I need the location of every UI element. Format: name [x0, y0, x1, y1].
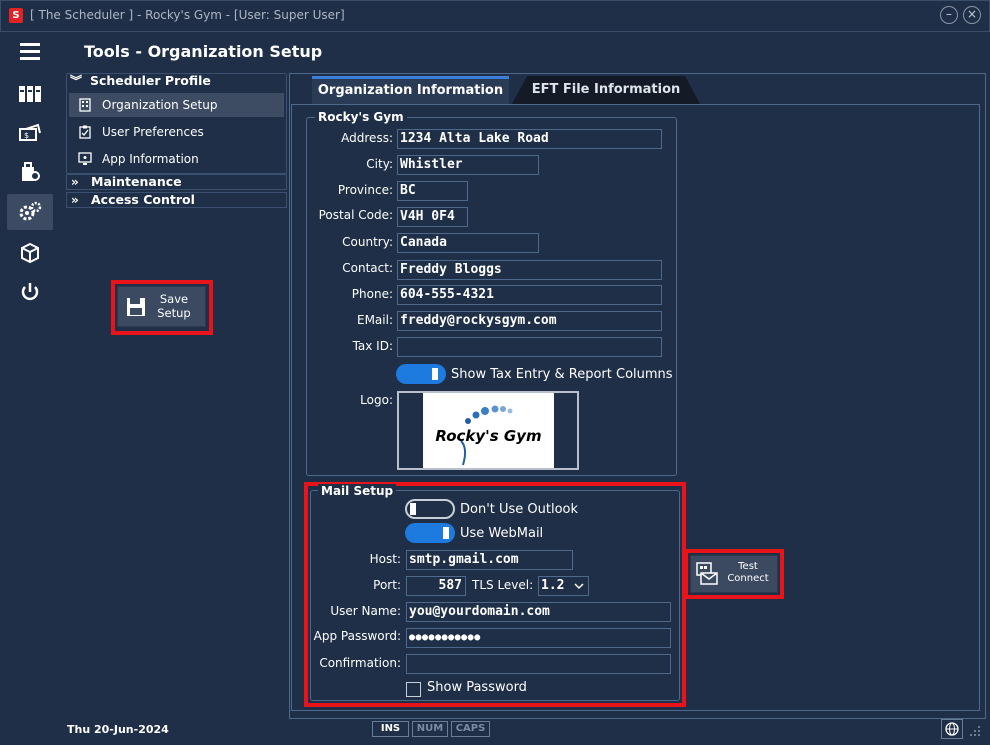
- save-setup-button[interactable]: Save Setup: [117, 286, 206, 327]
- tab-eft-file-information[interactable]: EFT File Information: [512, 76, 700, 104]
- mail-setup-title: Mail Setup: [318, 484, 397, 498]
- address-label: Address:: [341, 131, 393, 145]
- power-icon[interactable]: [7, 274, 53, 310]
- use-webmail-toggle[interactable]: [405, 523, 455, 543]
- dont-use-outlook-label: Don't Use Outlook: [460, 502, 579, 517]
- ins-indicator: INS: [372, 721, 409, 737]
- chevron-right-icon: »: [71, 175, 79, 189]
- svg-text:$: $: [24, 131, 29, 140]
- setup-label: Setup: [157, 306, 191, 320]
- nav-item-label: Organization Setup: [102, 98, 218, 112]
- address-field[interactable]: 1234 Alta Lake Road: [397, 129, 662, 149]
- user-name-label: User Name:: [330, 604, 401, 618]
- nav-item-organization-setup[interactable]: Organization Setup: [69, 93, 284, 117]
- tab-organization-information[interactable]: Organization Information: [312, 76, 509, 104]
- globe-icon[interactable]: [941, 719, 963, 739]
- phone-label: Phone:: [351, 287, 393, 301]
- nav-item-label: User Preferences: [102, 125, 204, 139]
- clipboard-icon: [79, 125, 91, 139]
- tls-level-select[interactable]: 1.2: [538, 576, 589, 596]
- binders-icon[interactable]: [7, 76, 53, 112]
- port-label: Port:: [373, 578, 401, 592]
- organization-group-title: Rocky's Gym: [315, 110, 407, 124]
- show-tax-label: Show Tax Entry & Report Columns: [451, 367, 673, 382]
- scheduler-profile-label: Scheduler Profile: [90, 73, 211, 88]
- access-control-header[interactable]: » Access Control: [66, 192, 287, 208]
- tls-level-label: TLS Level:: [472, 578, 534, 592]
- monitor-icon: [78, 152, 92, 165]
- email-field[interactable]: freddy@rockysgym.com: [397, 311, 662, 331]
- num-indicator: NUM: [412, 721, 448, 737]
- nav-item-label: App Information: [102, 152, 199, 166]
- building-icon: [79, 98, 91, 112]
- country-field[interactable]: Canada: [397, 233, 539, 253]
- floppy-disk-icon: [127, 298, 145, 316]
- test-label: Test: [738, 561, 758, 572]
- page-title: Tools - Organization Setup: [84, 42, 323, 61]
- app-password-label: App Password:: [313, 629, 401, 643]
- postal-code-field[interactable]: V4H 0F4: [397, 207, 468, 227]
- logo-text: Rocky's Gym: [435, 427, 542, 445]
- resize-grip-icon[interactable]: [968, 724, 982, 738]
- province-label: Province:: [337, 183, 393, 197]
- chevron-down-icon: ︾: [70, 74, 83, 88]
- scheduler-profile-header[interactable]: ︾ Scheduler Profile: [66, 74, 287, 90]
- city-label: City:: [366, 157, 393, 171]
- host-label: Host:: [369, 552, 401, 566]
- hamburger-menu-icon[interactable]: [7, 34, 53, 70]
- gym-logo-image: Rocky's Gym: [423, 393, 554, 468]
- access-control-label: Access Control: [91, 192, 195, 207]
- connect-label: Connect: [727, 573, 769, 584]
- chevron-down-icon: [574, 583, 584, 590]
- show-tax-toggle[interactable]: [396, 364, 446, 384]
- reports-icon[interactable]: [7, 154, 53, 190]
- minimize-icon[interactable]: –: [940, 6, 958, 24]
- maintenance-label: Maintenance: [91, 174, 182, 189]
- close-icon[interactable]: ×: [963, 6, 981, 24]
- email-test-icon: [696, 562, 718, 585]
- logo-image-box[interactable]: Rocky's Gym: [397, 391, 579, 470]
- app-password-field[interactable]: ●●●●●●●●●●●: [406, 628, 671, 648]
- host-field[interactable]: smtp.gmail.com: [406, 550, 573, 570]
- status-date: Thu 20-Jun-2024: [67, 723, 169, 736]
- app-logo-icon: S: [9, 8, 23, 23]
- tools-gears-icon[interactable]: [7, 194, 53, 230]
- contact-label: Contact:: [342, 261, 393, 275]
- confirmation-label: Confirmation:: [319, 656, 401, 670]
- tax-id-label: Tax ID:: [352, 339, 393, 353]
- tls-level-value: 1.2: [541, 578, 565, 593]
- dont-use-outlook-toggle[interactable]: [405, 499, 455, 519]
- logo-label: Logo:: [360, 393, 393, 407]
- show-password-checkbox[interactable]: [406, 682, 421, 697]
- port-field[interactable]: 587: [406, 576, 466, 596]
- package-icon[interactable]: [7, 235, 53, 271]
- payment-card-icon[interactable]: $: [7, 115, 53, 151]
- country-label: Country:: [342, 235, 393, 249]
- phone-field[interactable]: 604-555-4321: [397, 285, 662, 305]
- show-password-label: Show Password: [427, 680, 527, 695]
- contact-field[interactable]: Freddy Bloggs: [397, 260, 662, 280]
- save-label: Save: [159, 292, 189, 306]
- user-name-field[interactable]: you@yourdomain.com: [406, 602, 671, 622]
- caps-indicator: CAPS: [451, 721, 490, 737]
- test-connect-button[interactable]: Test Connect: [690, 555, 778, 593]
- chevron-right-icon: »: [71, 193, 79, 207]
- maintenance-header[interactable]: » Maintenance: [66, 174, 287, 190]
- nav-item-app-information[interactable]: App Information: [69, 147, 284, 171]
- city-field[interactable]: Whistler: [397, 155, 539, 175]
- tax-id-field[interactable]: [397, 337, 662, 357]
- confirmation-field[interactable]: [406, 654, 671, 674]
- use-webmail-label: Use WebMail: [460, 526, 544, 541]
- email-label: EMail:: [357, 313, 393, 327]
- postal-code-label: Postal Code:: [318, 208, 393, 222]
- province-field[interactable]: BC: [397, 181, 468, 201]
- window-title: [ The Scheduler ] - Rocky's Gym - [User:…: [30, 8, 345, 22]
- nav-item-user-preferences[interactable]: User Preferences: [69, 120, 284, 144]
